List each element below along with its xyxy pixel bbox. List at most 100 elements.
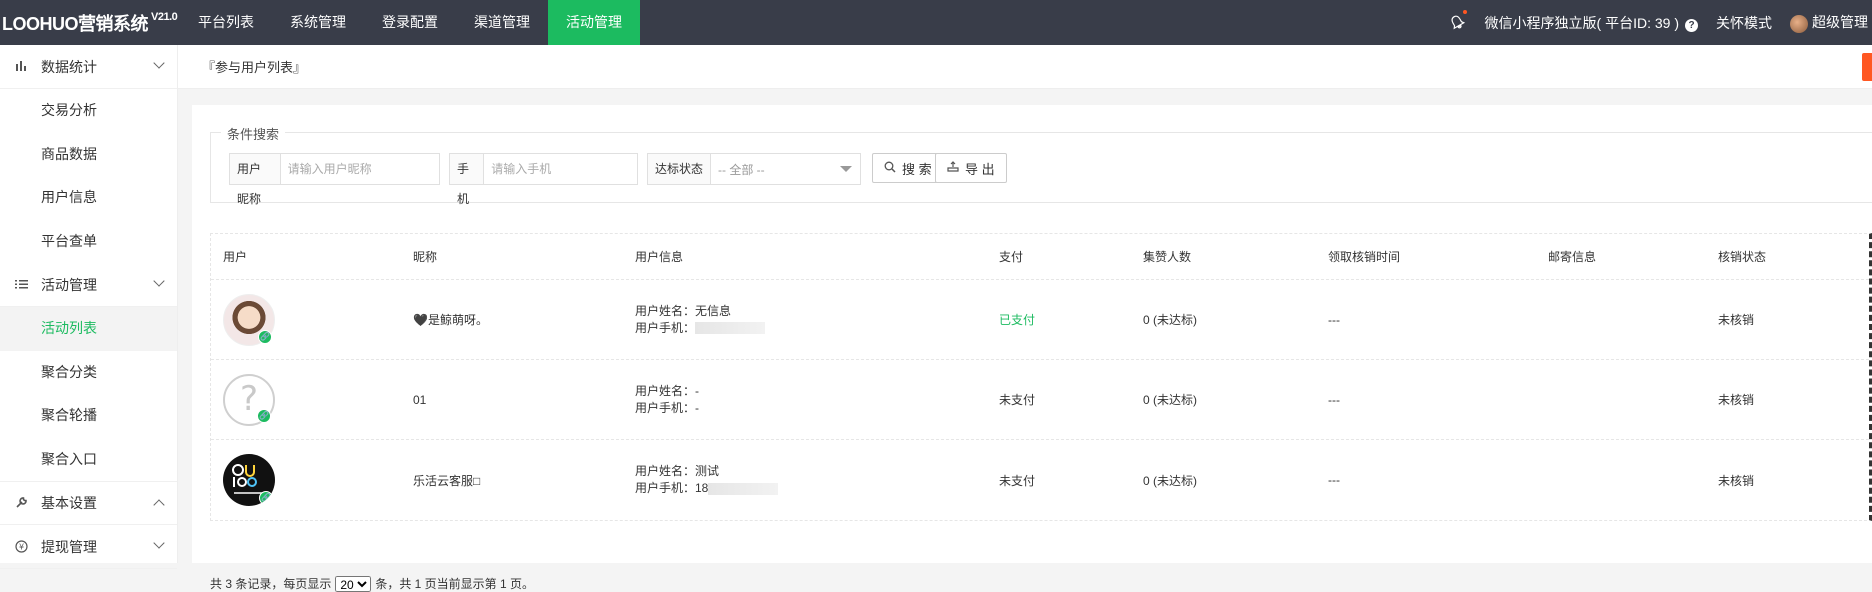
chevron-down-icon — [153, 537, 165, 549]
col-header-mail-info: 邮寄信息 — [1548, 250, 1597, 264]
user-cell: 🔗 — [211, 293, 413, 346]
sidebar-group-label: 数据统计 — [41, 58, 97, 75]
search-legend: 条件搜索 — [221, 124, 286, 143]
nickname-label: 用户昵称 — [230, 154, 281, 206]
col-header-user: 用户 — [223, 250, 248, 264]
sidebar-group-label: 活动管理 — [41, 276, 97, 293]
search-button-label: 搜 索 — [902, 161, 932, 177]
logo-avatar-icon[interactable]: 🔗 — [223, 454, 275, 506]
pay-status: 未支付 — [999, 393, 1036, 407]
phone-field: 手机 — [449, 153, 638, 206]
bar-chart-icon — [14, 60, 28, 74]
question-avatar-icon[interactable]: ? 🔗 — [223, 373, 275, 426]
user-phone-text: 用户手机：18 — [635, 481, 709, 495]
likes-count: 0 (未达标) — [1143, 313, 1198, 327]
platform-label: 微信小程序独立版( 平台ID: 39 ) — [1484, 14, 1679, 31]
status-field: 达标状态 -- 全部 -- — [647, 153, 861, 185]
coin-icon: ¥ — [14, 539, 28, 554]
user-phone-text: 用户手机： — [635, 320, 696, 335]
sidebar-item-activity-list[interactable]: 活动列表 — [0, 307, 177, 351]
sidebar-group-basic-settings[interactable]: 基本设置 — [0, 481, 177, 525]
topnav-platform-list[interactable]: 平台列表 — [180, 0, 272, 45]
col-header-user-info: 用户信息 — [635, 250, 684, 264]
user-cell: 🔗 — [211, 454, 413, 506]
search-button[interactable]: 搜 索 — [872, 153, 944, 183]
platform-info[interactable]: 微信小程序独立版( 平台ID: 39 )? — [1485, 13, 1698, 33]
blurred-phone — [695, 322, 766, 335]
top-nav: 平台列表 系统管理 登录配置 渠道管理 活动管理 — [180, 0, 640, 45]
user-cell: ? 🔗 — [211, 373, 413, 426]
sidebar-item-aggregate-carousel[interactable]: 聚合轮播 — [0, 394, 177, 438]
status-select[interactable]: -- 全部 -- — [711, 154, 860, 184]
user-name-line: 用户姓名：无信息 — [635, 303, 732, 318]
sidebar-item-user-info[interactable]: 用户信息 — [0, 176, 177, 220]
user-avatar-icon — [1790, 14, 1808, 33]
sidebar-group-label: 基本设置 — [41, 495, 97, 511]
user-info-cell: 用户姓名：测试 用户手机：18 — [635, 463, 999, 497]
pagination: 共 3 条记录，每页显示 20 条，共 1 页当前显示第 1 页。 — [210, 575, 534, 592]
table-header: 用户 昵称 用户信息 支付 集赞人数 领取核销时间 邮寄信息 核销状态 — [211, 234, 1869, 280]
user-info-cell: 用户姓名：- 用户手机：- — [635, 383, 999, 417]
likes-count: 0 (未达标) — [1143, 473, 1198, 488]
status-select-value: -- 全部 -- — [718, 162, 765, 177]
redeem-time: --- — [1328, 312, 1340, 327]
sidebar-group-withdraw[interactable]: ¥ 提现管理 — [0, 525, 177, 569]
sidebar-item-order-lookup[interactable]: 平台查单 — [0, 220, 177, 264]
link-badge-icon: 🔗 — [259, 491, 273, 505]
user-phone-line: 用户手机：- — [635, 400, 699, 415]
svg-text:¥: ¥ — [18, 542, 23, 551]
care-mode-button[interactable]: 关怀模式 — [1716, 13, 1772, 33]
sidebar: 数据统计 交易分析 商品数据 用户信息 平台查单 活动管理 活动列表 聚合分类 … — [0, 45, 178, 569]
help-icon[interactable]: ? — [1685, 18, 1698, 32]
topnav-activity-management[interactable]: 活动管理 — [548, 0, 640, 45]
user-name-line: 用户姓名：测试 — [635, 464, 720, 478]
content-card: 条件搜索 用户昵称 手机 达标状态 -- 全部 -- 搜 — [192, 105, 1872, 592]
redeem-state: 未核销 — [1718, 393, 1755, 407]
table-row: 🔗 🖤是鲸萌呀。 用户姓名：无信息 用户手机： 已支付 0 (未达标) --- … — [211, 280, 1869, 360]
col-header-likes: 集赞人数 — [1143, 250, 1192, 264]
phone-input[interactable] — [484, 154, 637, 184]
top-right: 微信小程序独立版( 平台ID: 39 )? 关怀模式 超级管理 — [1431, 0, 1872, 45]
link-badge-icon: 🔗 — [258, 329, 272, 344]
page-title: 『参与用户列表』 — [202, 60, 307, 75]
redeem-time: --- — [1328, 473, 1340, 487]
nickname-field: 用户昵称 — [229, 153, 440, 206]
pay-status: 未支付 — [999, 473, 1036, 488]
topnav-login-config[interactable]: 登录配置 — [364, 0, 456, 45]
sidebar-item-aggregate-entry[interactable]: 聚合入口 — [0, 438, 177, 482]
sidebar-group-label: 提现管理 — [41, 538, 97, 555]
sidebar-group-data-stats[interactable]: 数据统计 — [0, 45, 177, 89]
app-logo[interactable]: LOOHUO营销系统 V21.0 — [0, 0, 180, 45]
user-info-cell: 用户姓名：无信息 用户手机： — [635, 303, 999, 337]
topnav-system-management[interactable]: 系统管理 — [272, 0, 364, 45]
pager-prefix: 共 3 条记录，每页显示 — [210, 577, 332, 591]
phone-label: 手机 — [450, 154, 485, 206]
sidebar-group-activity[interactable]: 活动管理 — [0, 263, 177, 307]
user-menu[interactable]: 超级管理 — [1790, 12, 1868, 33]
redeem-time: --- — [1328, 392, 1340, 407]
page-size-select[interactable]: 20 — [335, 575, 372, 592]
list-icon — [14, 278, 28, 292]
notification-bell-icon[interactable] — [1449, 9, 1467, 32]
user-phone-line: 用户手机：18 — [635, 480, 999, 497]
girl-avatar-icon[interactable]: 🔗 — [223, 293, 275, 346]
table-row: ? 🔗 01 用户姓名：- 用户手机：- 未支付 0 (未达标) --- 未核销 — [211, 360, 1869, 440]
col-header-pay: 支付 — [999, 250, 1024, 264]
sidebar-item-product-data[interactable]: 商品数据 — [0, 133, 177, 177]
sidebar-item-trade-analysis[interactable]: 交易分析 — [0, 89, 177, 133]
topnav-channel-management[interactable]: 渠道管理 — [456, 0, 548, 45]
nickname-cell: 乐活云客服□ — [413, 473, 481, 488]
orange-side-button[interactable] — [1862, 53, 1872, 81]
sidebar-item-aggregate-category[interactable]: 聚合分类 — [0, 351, 177, 395]
nickname-cell: 01 — [413, 392, 427, 407]
wrench-icon — [14, 496, 28, 510]
user-phone-line: 用户手机： — [635, 320, 999, 337]
redeem-state: 未核销 — [1718, 313, 1755, 327]
breadcrumb: 『参与用户列表』 — [178, 45, 1872, 89]
export-button-label: 导 出 — [965, 161, 995, 177]
export-button[interactable]: 导 出 — [935, 153, 1007, 183]
top-bar: LOOHUO营销系统 V21.0 平台列表 系统管理 登录配置 渠道管理 活动管理… — [0, 0, 1872, 45]
notification-dot — [1462, 9, 1467, 14]
nickname-input[interactable] — [280, 154, 439, 184]
chevron-down-icon — [153, 57, 165, 69]
